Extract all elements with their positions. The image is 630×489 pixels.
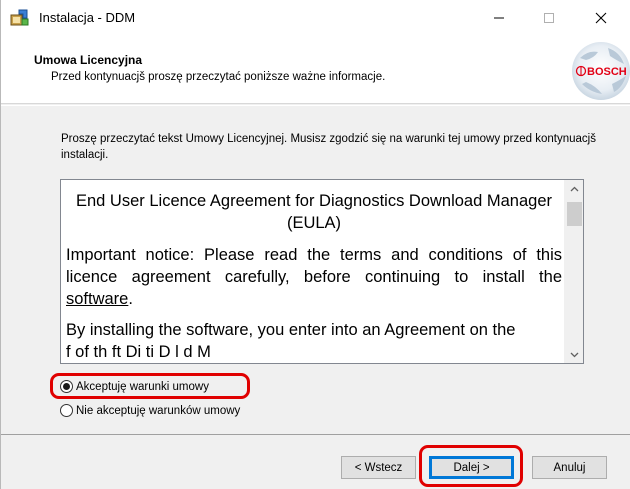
- accept-highlight-annotation: [50, 373, 250, 399]
- back-button[interactable]: < Wstecz: [341, 456, 416, 479]
- chevron-down-icon: [570, 352, 579, 357]
- installer-window: Instalacja - DDM Umowa Licencyjna Przed …: [0, 0, 630, 489]
- scroll-up-button[interactable]: [565, 180, 583, 197]
- cancel-button[interactable]: Anuluj: [532, 456, 607, 479]
- license-paragraph-3: f of th ft Di ti D l d M: [66, 343, 211, 361]
- intro-text: Proszę przeczytać tekst Umowy Licencyjne…: [61, 133, 596, 161]
- software-link: software: [66, 290, 129, 308]
- bosch-logo: BOSCH: [568, 40, 630, 102]
- header-divider: [1, 105, 630, 106]
- minimize-button[interactable]: [476, 0, 522, 36]
- reject-radio-label[interactable]: Nie akceptuję warunków umowy: [76, 405, 240, 417]
- notice-end: .: [128, 290, 133, 308]
- license-paragraph-2: By installing the software, you enter in…: [66, 321, 516, 339]
- close-button[interactable]: [578, 0, 624, 36]
- chevron-up-icon: [570, 186, 579, 191]
- license-text-box[interactable]: End User Licence Agreement for Diagnosti…: [60, 179, 584, 364]
- next-highlight-annotation: [419, 445, 523, 487]
- maximize-icon: [544, 13, 554, 23]
- license-notice-paragraph: Important notice: Please read the terms …: [66, 244, 562, 310]
- installer-app-icon: [10, 9, 30, 27]
- title-bar[interactable]: Instalacja - DDM: [1, 0, 630, 36]
- page-title: Umowa Licencyjna: [34, 53, 143, 67]
- window-title: Instalacja - DDM: [39, 10, 136, 25]
- footer-divider: [1, 434, 630, 435]
- license-text-content: End User Licence Agreement for Diagnosti…: [61, 180, 564, 363]
- reject-radio[interactable]: Nie akceptuję warunków umowy: [60, 404, 240, 417]
- wizard-header: Umowa Licencyjna Przed kontynuacjš prosz…: [1, 36, 630, 104]
- maximize-button[interactable]: [526, 0, 572, 36]
- svg-text:BOSCH: BOSCH: [587, 66, 627, 78]
- scroll-down-button[interactable]: [565, 346, 583, 363]
- minimize-icon: [494, 17, 504, 19]
- scroll-thumb[interactable]: [567, 202, 582, 226]
- reject-radio-circle[interactable]: [60, 404, 73, 417]
- license-scrollbar[interactable]: [564, 180, 583, 363]
- license-title: End User Licence Agreement for Diagnosti…: [75, 192, 552, 232]
- page-subtitle: Przed kontynuacjš proszę przeczytać poni…: [51, 71, 386, 83]
- notice-text: Important notice: Please read the terms …: [66, 246, 562, 286]
- close-icon: [595, 12, 607, 24]
